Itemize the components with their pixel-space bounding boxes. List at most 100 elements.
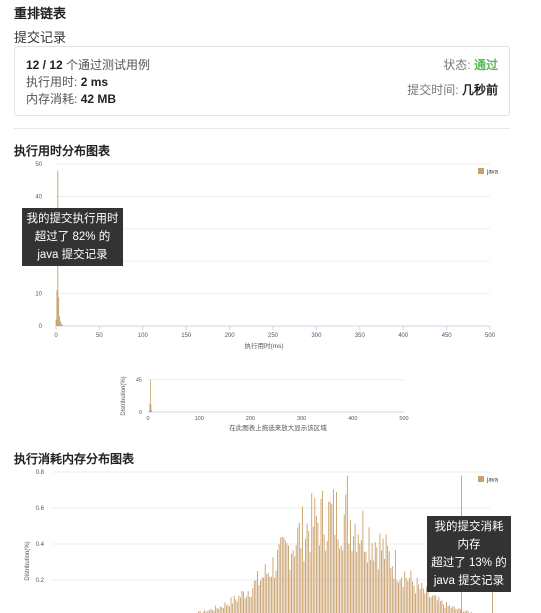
memory-y-ticks: 0.2 0.4 0.6 0.8 bbox=[36, 470, 45, 584]
memory-legend-swatch bbox=[478, 476, 484, 482]
memory-bar bbox=[255, 580, 257, 613]
submit-time-value: 几秒前 bbox=[461, 83, 498, 97]
navigator-x-tick: 400 bbox=[348, 416, 357, 422]
memory-bar bbox=[354, 523, 356, 613]
runtime-x-tick: 0 bbox=[54, 333, 58, 339]
runtime-tooltip-line: java 提交记录 bbox=[37, 249, 108, 261]
memory-bar bbox=[394, 550, 396, 613]
navigator-y-ticks: 0 45 bbox=[136, 378, 142, 416]
memory-bar bbox=[377, 569, 379, 613]
memory-bar bbox=[309, 552, 311, 613]
runtime-legend-label[interactable]: java bbox=[486, 170, 499, 176]
memory-bar bbox=[413, 585, 415, 613]
memory-bar bbox=[320, 498, 322, 613]
memory-bar bbox=[408, 578, 410, 613]
status-value[interactable]: 通过 bbox=[474, 58, 498, 72]
runtime-legend-swatch bbox=[478, 168, 484, 174]
memory-bar bbox=[340, 545, 342, 613]
memory-bar bbox=[382, 538, 384, 613]
memory-bar bbox=[317, 522, 319, 613]
memory-y-tick: 0.4 bbox=[36, 542, 45, 548]
navigator-x-tick: 0 bbox=[146, 416, 149, 422]
memory-tooltip-line: 内存 bbox=[457, 539, 481, 551]
memory-bar bbox=[258, 584, 260, 613]
memory-bar bbox=[215, 605, 217, 613]
runtime-chart-heading: 执行用时分布图表 bbox=[14, 144, 111, 158]
memory-bar bbox=[239, 597, 241, 613]
memory-y-tick: 0.6 bbox=[36, 506, 45, 512]
memory-bar bbox=[345, 494, 347, 613]
memory-bar bbox=[322, 490, 323, 613]
memory-bar bbox=[315, 515, 317, 613]
memory-bar bbox=[325, 550, 327, 613]
memory-tooltip-line: 超过了 13% 的 bbox=[431, 557, 507, 569]
memory-bar bbox=[438, 596, 440, 613]
runtime-y-tick: 10 bbox=[35, 292, 42, 298]
divider bbox=[14, 128, 510, 129]
memory-chart-heading: 执行消耗内存分布图表 bbox=[14, 452, 135, 466]
memory-bar bbox=[452, 606, 454, 613]
memory-row: 内存消耗: 42 MB bbox=[26, 90, 116, 107]
memory-bar bbox=[243, 591, 244, 613]
memory-bar bbox=[261, 577, 263, 613]
memory-bar bbox=[272, 557, 274, 613]
memory-bar bbox=[416, 577, 418, 613]
runtime-y-tick: 40 bbox=[35, 194, 42, 200]
memory-bar bbox=[373, 560, 375, 613]
memory-value: 42 MB bbox=[80, 92, 117, 106]
memory-bar bbox=[356, 552, 358, 613]
memory-bar bbox=[353, 536, 354, 613]
memory-bar bbox=[343, 514, 345, 613]
status-label: 状态: bbox=[443, 58, 471, 72]
memory-bar bbox=[449, 605, 451, 613]
memory-bar bbox=[230, 597, 232, 613]
memory-bar bbox=[436, 600, 438, 613]
memory-label: 内存消耗: bbox=[26, 92, 78, 106]
submission-card: 12 / 12 个通过测试用例 执行用时: 2 ms 内存消耗: 42 MB 状… bbox=[14, 46, 510, 116]
memory-bar bbox=[453, 606, 455, 613]
memory-bar bbox=[410, 570, 412, 613]
memory-bar bbox=[456, 609, 458, 613]
runtime-navigator-chart[interactable]: Distribution(%) 0 45 0 100 200 300 400 500 在此图… bbox=[114, 366, 414, 434]
memory-bar bbox=[306, 523, 308, 613]
memory-bar bbox=[264, 564, 266, 613]
memory-bar bbox=[311, 493, 313, 613]
memory-legend-label[interactable]: java bbox=[486, 478, 499, 484]
memory-bar bbox=[286, 543, 288, 613]
memory-bar bbox=[277, 550, 279, 613]
memory-bar bbox=[415, 593, 416, 613]
memory-bar bbox=[297, 527, 299, 613]
memory-bar bbox=[368, 527, 370, 613]
memory-bar bbox=[295, 545, 297, 613]
memory-bar bbox=[331, 504, 333, 613]
memory-bar bbox=[224, 602, 226, 613]
navigator-y-label: Distribution(%) bbox=[121, 376, 127, 415]
memory-bar bbox=[435, 595, 437, 613]
memory-bar bbox=[393, 578, 395, 613]
memory-bar bbox=[312, 526, 314, 613]
memory-bar bbox=[218, 608, 220, 613]
memory-bar bbox=[371, 543, 373, 613]
runtime-bar bbox=[59, 321, 61, 326]
memory-bar bbox=[398, 582, 399, 613]
memory-bar bbox=[266, 574, 268, 613]
memory-bar bbox=[432, 595, 434, 613]
memory-bar bbox=[280, 537, 282, 613]
memory-bar bbox=[332, 489, 334, 613]
runtime-x-tick: 100 bbox=[138, 333, 149, 339]
memory-bar bbox=[250, 596, 252, 613]
memory-bar bbox=[404, 571, 406, 613]
memory-bar bbox=[260, 580, 261, 613]
runtime-tooltip-line: 超过了 82% 的 bbox=[34, 231, 111, 243]
memory-bar bbox=[219, 606, 221, 613]
memory-bar bbox=[226, 605, 227, 613]
memory-bar bbox=[247, 591, 249, 613]
memory-bar bbox=[269, 577, 271, 613]
memory-bar bbox=[446, 601, 447, 613]
memory-tooltip-line: java 提交记录 bbox=[433, 575, 505, 587]
runtime-x-tick: 200 bbox=[225, 333, 236, 339]
memory-bar bbox=[281, 536, 283, 613]
memory-bar bbox=[292, 550, 294, 613]
runtime-x-tick: 400 bbox=[398, 333, 409, 339]
navigator-x-tick: 300 bbox=[297, 416, 306, 422]
